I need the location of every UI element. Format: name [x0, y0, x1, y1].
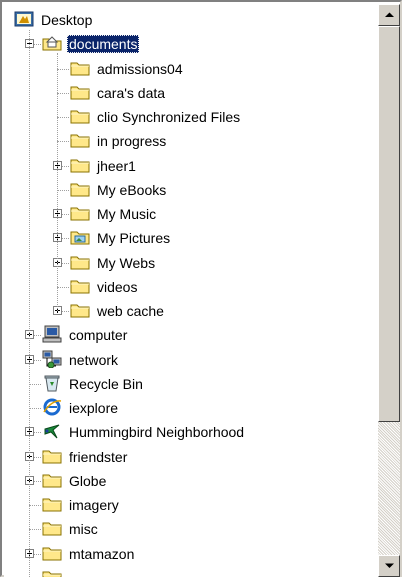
folder-icon	[42, 519, 62, 537]
pictures-folder-icon	[70, 228, 90, 246]
scroll-down-arrow-icon	[385, 563, 394, 568]
my-documents-folder-icon	[42, 34, 62, 52]
internet-explorer-icon	[42, 398, 62, 416]
tree-item-label: documents	[67, 35, 140, 54]
recycle-bin-icon	[42, 374, 62, 392]
folder-icon	[42, 447, 62, 465]
tree-item-admissions04[interactable]: admissions04	[4, 57, 378, 81]
tree-item-label: Recycle Bin	[69, 375, 143, 392]
tree-item-label: admissions04	[97, 60, 183, 77]
tree-item-in-progress[interactable]: in progress	[4, 129, 378, 153]
tree-item-cara-s-data[interactable]: cara's data	[4, 81, 378, 105]
folder-icon	[42, 471, 62, 489]
tree-item-label: friendster	[69, 448, 128, 465]
tree-item-my-pictures[interactable]: My Pictures	[4, 226, 378, 250]
tree-item-label: Hummingbird Neighborhood	[69, 424, 245, 441]
folder-icon	[70, 59, 90, 77]
tree-connector-line	[57, 52, 58, 311]
folder-icon	[70, 131, 90, 149]
tree-item-label: computer	[69, 327, 128, 344]
tree-item-misc[interactable]: misc	[4, 517, 378, 541]
tree-item-friendster[interactable]: friendster	[4, 445, 378, 469]
tree-item-web-cache[interactable]: web cache	[4, 299, 378, 323]
tree-item-label: cara's data	[97, 84, 166, 101]
folder-icon	[70, 180, 90, 198]
folder-tree[interactable]: Desktop documents admissions04 cara's data c…	[4, 4, 378, 577]
tree-item-documents[interactable]: documents	[4, 32, 378, 56]
tree-item-label: in progress	[97, 133, 167, 150]
hummingbird-icon	[42, 422, 62, 440]
desktop-icon	[14, 10, 34, 28]
folder-icon	[42, 495, 62, 513]
tree-item-label: misc	[69, 521, 98, 538]
tree-item-label: iexplore	[69, 400, 119, 416]
tree-item-label: imagery	[69, 497, 119, 513]
tree-item-computer[interactable]: computer	[4, 323, 378, 347]
tree-item-hummingbird-neighborhood[interactable]: Hummingbird Neighborhood	[4, 420, 378, 444]
tree-item-label: web cache	[97, 303, 164, 319]
folder-tree-pane: Desktop documents admissions04 cara's data c…	[0, 0, 402, 577]
tree-item-label: network	[69, 351, 119, 368]
tree-item-my-ebooks[interactable]: My eBooks	[4, 178, 378, 202]
network-icon	[42, 350, 62, 368]
tree-item-imagery[interactable]: imagery	[4, 493, 378, 517]
folder-icon	[70, 277, 90, 295]
tree-item-mtamazon[interactable]: mtamazon	[4, 542, 378, 566]
tree-item-label: videos	[97, 278, 138, 295]
scroll-down-button[interactable]	[378, 555, 400, 577]
folder-icon	[42, 544, 62, 562]
tree-item-label: My Pictures	[97, 230, 171, 247]
tree-item-label: Desktop	[41, 12, 93, 28]
scroll-thumb[interactable]	[378, 26, 400, 422]
vertical-scrollbar[interactable]	[378, 4, 400, 577]
tree-item-label: mtamazon	[69, 545, 135, 562]
scroll-up-arrow-icon	[385, 12, 394, 17]
tree-item-globe[interactable]: Globe	[4, 469, 378, 493]
computer-icon	[42, 325, 62, 343]
tree-item-videos[interactable]: videos	[4, 275, 378, 299]
folder-icon	[70, 253, 90, 271]
folder-icon	[42, 568, 62, 577]
tree-item-label: My eBooks	[97, 181, 167, 198]
tree-connector-line	[29, 30, 30, 577]
folder-icon	[70, 107, 90, 125]
tree-item-label: clio Synchronized Files	[97, 109, 241, 125]
tree-item-label: Globe	[69, 472, 107, 489]
folder-icon	[70, 83, 90, 101]
tree-item-network[interactable]: network	[4, 348, 378, 372]
tree-item-desktop[interactable]: Desktop	[4, 8, 378, 32]
tree-item-my-music[interactable]: My Music	[4, 202, 378, 226]
scroll-up-button[interactable]	[378, 4, 400, 26]
tree-item-label: My Music	[97, 206, 157, 222]
tree-item-iexplore[interactable]: iexplore	[4, 396, 378, 420]
folder-icon	[70, 301, 90, 319]
folder-icon	[70, 156, 90, 174]
tree-item-recycle-bin[interactable]: Recycle Bin	[4, 372, 378, 396]
tree-item-my-webs[interactable]: My Webs	[4, 251, 378, 275]
tree-item-label: My Webs	[97, 254, 156, 271]
folder-icon	[70, 204, 90, 222]
tree-item-clio-synchronized-files[interactable]: clio Synchronized Files	[4, 105, 378, 129]
tree-item-label: jheer1	[97, 157, 136, 174]
tree-item-jheer1[interactable]: jheer1	[4, 154, 378, 178]
